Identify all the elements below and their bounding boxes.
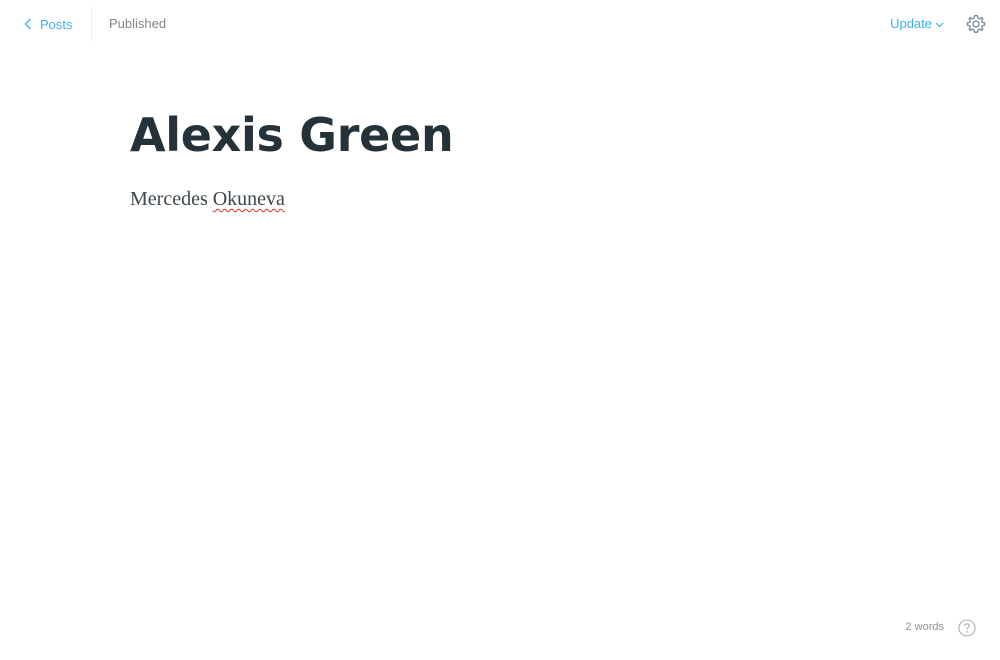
post-body-editor[interactable]: Mercedes Okuneva xyxy=(130,188,285,211)
question-circle-icon xyxy=(958,619,976,637)
post-title[interactable]: Alexis Green xyxy=(130,108,454,162)
gear-icon xyxy=(966,14,986,33)
misspelled-word: Okuneva xyxy=(212,188,285,210)
post-status: Published xyxy=(109,16,167,31)
chevron-down-icon xyxy=(935,22,944,27)
update-button-label: Update xyxy=(890,16,932,31)
word-count: 2 words xyxy=(905,621,944,633)
settings-button[interactable] xyxy=(966,14,986,34)
header-divider xyxy=(91,6,92,42)
back-to-posts-link[interactable]: Posts xyxy=(24,14,73,34)
chevron-left-icon xyxy=(24,18,31,30)
editor-page: Posts Published Update Alexis Green Merc… xyxy=(0,0,1000,660)
update-button[interactable]: Update xyxy=(890,16,944,31)
help-button[interactable] xyxy=(958,619,976,637)
editor-header: Posts Published Update xyxy=(0,0,1000,48)
back-link-label: Posts xyxy=(40,16,73,32)
body-word: Mercedes xyxy=(130,188,208,210)
